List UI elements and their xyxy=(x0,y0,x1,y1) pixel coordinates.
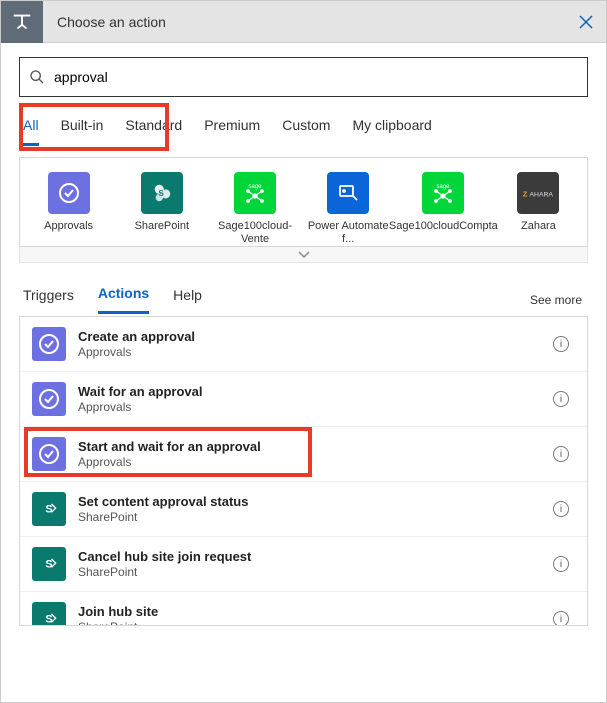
connector-sage100cloud-vente[interactable]: sage Sage100cloud-Vente xyxy=(214,172,295,246)
svg-text:S: S xyxy=(45,613,52,625)
action-subtitle: Approvals xyxy=(78,345,553,359)
connector-approvals[interactable]: Approvals xyxy=(28,172,109,246)
connector-row: Approvals S SharePoint sage Sage100cloud-Ven… xyxy=(28,172,579,246)
svg-text:Z: Z xyxy=(523,189,528,198)
action-title: Start and wait for an approval xyxy=(78,439,553,454)
connector-label: Power Automate f... xyxy=(308,220,389,246)
dialog-body: All Built-in Standard Premium Custom My clipb… xyxy=(1,43,606,702)
category-tab-my-clipboard[interactable]: My clipboard xyxy=(352,111,431,146)
action-join-hub-site[interactable]: S Join hub siteSharePointi xyxy=(20,591,587,625)
action-title: Wait for an approval xyxy=(78,384,553,399)
category-tabs: All Built-in Standard Premium Custom My clipb… xyxy=(19,111,588,147)
sage-icon: sage xyxy=(422,172,464,214)
action-title: Create an approval xyxy=(78,329,553,344)
info-icon[interactable]: i xyxy=(553,611,569,625)
action-set-content-approval-status[interactable]: S Set content approval statusSharePointi xyxy=(20,481,587,536)
dialog-title: Choose an action xyxy=(43,14,566,30)
action-list[interactable]: Create an approvalApprovalsiWait for an … xyxy=(20,317,587,625)
connector-label: Approvals xyxy=(44,220,93,246)
sharepoint-icon: S xyxy=(141,172,183,214)
svg-text:S: S xyxy=(45,503,52,515)
sharepoint-icon: S xyxy=(32,602,66,625)
approvals-icon xyxy=(32,437,66,471)
sage-icon: sage xyxy=(234,172,276,214)
connector-sharepoint[interactable]: S SharePoint xyxy=(121,172,202,246)
chevron-down-icon xyxy=(298,251,310,259)
info-icon[interactable]: i xyxy=(553,446,569,462)
tab-triggers[interactable]: Triggers xyxy=(23,287,74,313)
connector-power-automate-f-[interactable]: Power Automate f... xyxy=(308,172,389,246)
info-icon[interactable]: i xyxy=(553,391,569,407)
svg-text:AHARA: AHARA xyxy=(530,191,554,198)
connector-label: Sage100cloudCompta xyxy=(389,220,498,246)
sharepoint-icon: S xyxy=(32,492,66,526)
info-icon[interactable]: i xyxy=(553,501,569,517)
connector-label: Sage100cloud-Vente xyxy=(214,220,295,246)
info-icon[interactable]: i xyxy=(553,336,569,352)
category-tab-built-in[interactable]: Built-in xyxy=(61,111,104,146)
connector-label: SharePoint xyxy=(135,220,189,246)
action-subtitle: SharePoint xyxy=(78,620,553,625)
action-subtitle: SharePoint xyxy=(78,510,553,524)
action-subtitle: Approvals xyxy=(78,400,553,414)
svg-text:sage: sage xyxy=(248,184,262,190)
connector-label: Zahara xyxy=(521,220,556,246)
dialog-icon xyxy=(1,1,43,43)
approvals-icon xyxy=(48,172,90,214)
connector-zahara[interactable]: ZAHARA Zahara xyxy=(498,172,579,246)
action-wait-for-an-approval[interactable]: Wait for an approvalApprovalsi xyxy=(20,371,587,426)
dialog-titlebar: Choose an action xyxy=(1,1,606,43)
action-title: Set content approval status xyxy=(78,494,553,509)
sharepoint-icon: S xyxy=(32,547,66,581)
action-subtitle: SharePoint xyxy=(78,565,553,579)
connector-sage100cloudcompta[interactable]: sageSage100cloudCompta xyxy=(401,172,486,246)
pa-icon xyxy=(327,172,369,214)
connector-panel: Approvals S SharePoint sage Sage100cloud-Ven… xyxy=(19,157,588,247)
approvals-icon xyxy=(32,327,66,361)
action-title: Cancel hub site join request xyxy=(78,549,553,564)
see-more-link[interactable]: See more xyxy=(530,293,588,307)
category-tab-standard[interactable]: Standard xyxy=(125,111,182,146)
connector-expand-toggle[interactable] xyxy=(19,247,588,263)
action-list-panel: Create an approvalApprovalsiWait for an … xyxy=(19,316,588,626)
close-button[interactable] xyxy=(566,1,606,43)
approvals-icon xyxy=(32,382,66,416)
tab-help[interactable]: Help xyxy=(173,287,202,313)
category-tab-custom[interactable]: Custom xyxy=(282,111,330,146)
category-tab-premium[interactable]: Premium xyxy=(204,111,260,146)
search-input-container[interactable] xyxy=(19,57,588,97)
svg-text:sage: sage xyxy=(437,184,451,190)
action-start-and-wait-for-an-approval[interactable]: Start and wait for an approvalApprovalsi xyxy=(20,426,587,481)
action-title: Join hub site xyxy=(78,604,553,619)
zahara-icon: ZAHARA xyxy=(517,172,559,214)
svg-text:S: S xyxy=(158,189,164,198)
action-subtitle: Approvals xyxy=(78,455,553,469)
action-create-an-approval[interactable]: Create an approvalApprovalsi xyxy=(20,317,587,371)
category-tab-all[interactable]: All xyxy=(23,111,39,146)
section-tabs: Triggers Actions Help See more xyxy=(19,285,588,314)
tab-actions[interactable]: Actions xyxy=(98,285,149,314)
choose-action-dialog: Choose an action All Built-in Standard Prem… xyxy=(1,1,606,702)
action-cancel-hub-site-join-request[interactable]: S Cancel hub site join requestSharePointi xyxy=(20,536,587,591)
search-icon xyxy=(20,69,54,85)
search-input[interactable] xyxy=(54,58,587,96)
svg-text:S: S xyxy=(45,558,52,570)
info-icon[interactable]: i xyxy=(553,556,569,572)
